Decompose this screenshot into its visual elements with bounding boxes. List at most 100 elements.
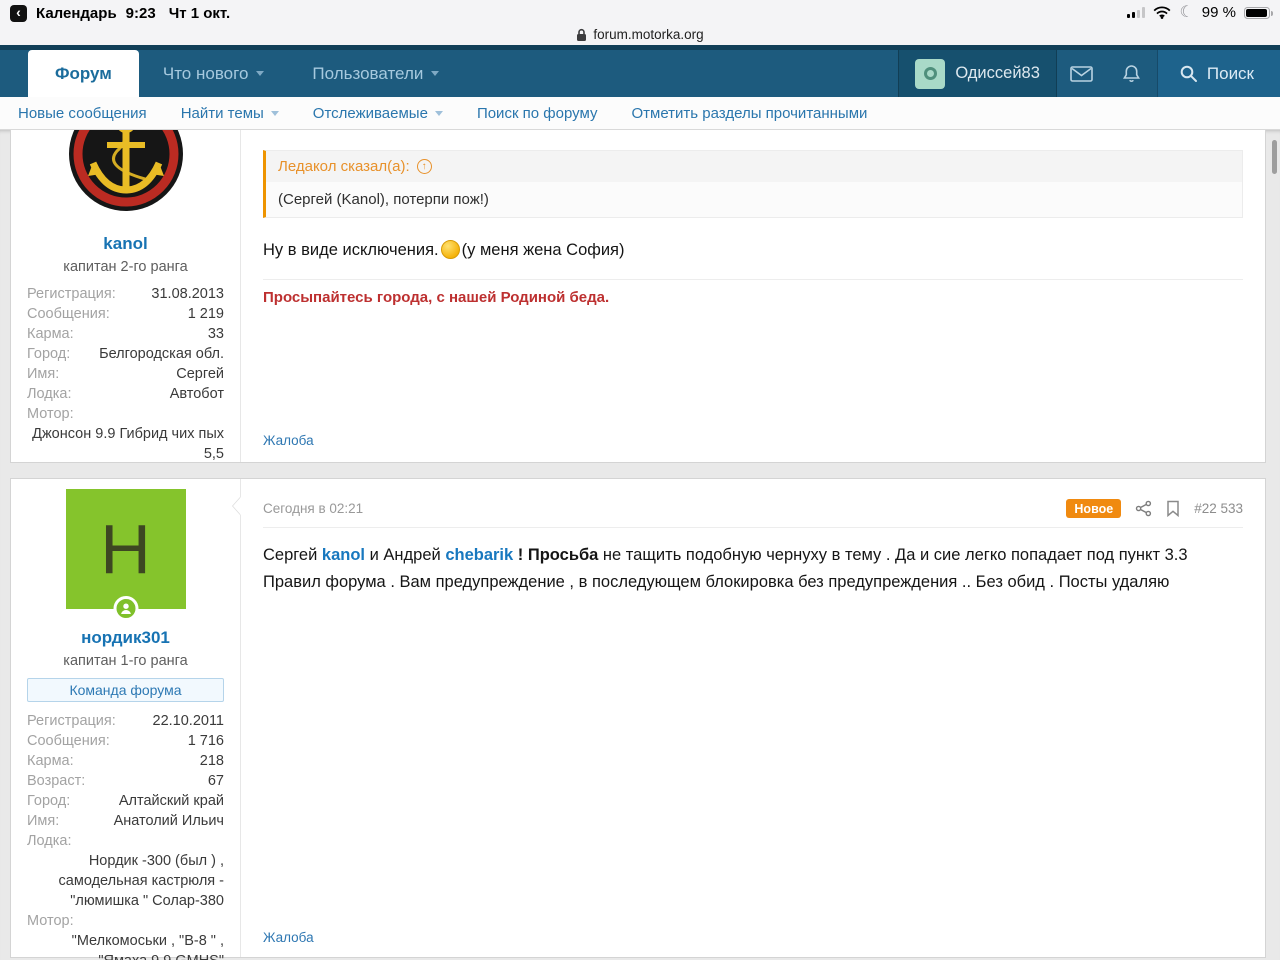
body-text: Сергей <box>263 546 322 564</box>
share-button[interactable] <box>1135 500 1152 517</box>
back-chevron-icon: ‹ <box>16 5 21 19</box>
post-header: Сегодня в 02:21 Новое <box>263 499 1243 528</box>
user-stats: Регистрация:31.08.2013 Сообщения:1 219 К… <box>27 284 224 464</box>
quote-header[interactable]: Ледакол сказал(а): ↑ <box>266 151 1242 182</box>
post-kanol: kanol капитан 2-го ранга Регистрация:31.… <box>10 130 1266 463</box>
tab-forum[interactable]: Форум <box>28 50 139 97</box>
body-text: Ну в виде исключения. <box>263 241 439 259</box>
stat-value: Алтайский край <box>119 791 224 811</box>
user-rank: капитан 1-го ранга <box>11 653 240 669</box>
user-menu[interactable]: Одиссей83 <box>898 50 1057 97</box>
stat-value: "Мелкомоськи , "В-8 " , "Ямаха 9,9 GMHS" <box>27 931 224 960</box>
stat-label: Город: <box>27 344 70 364</box>
search-label: Поиск <box>1207 64 1254 84</box>
avatar[interactable] <box>65 130 187 215</box>
moon-icon: ☾ <box>1179 5 1193 21</box>
chevron-down-icon <box>435 111 443 116</box>
user-mention-link[interactable]: kanol <box>322 546 365 564</box>
avatar <box>915 59 945 89</box>
stat-label: Регистрация: <box>27 284 116 304</box>
address-bar[interactable]: forum.motorka.org <box>0 24 1280 45</box>
stat-label: Лодка: <box>27 384 71 404</box>
wifi-icon <box>1153 6 1171 19</box>
stat-value: Автобот <box>170 384 224 404</box>
message-cell: Сегодня в 02:21 Новое <box>241 479 1265 957</box>
signature-divider <box>263 279 1243 280</box>
stat-value: Сергей <box>176 364 224 384</box>
stat-label: Мотор: <box>27 404 74 424</box>
avatar-letter: H <box>100 514 151 584</box>
body-text: и Андрей <box>365 546 445 564</box>
stat-label: Сообщения: <box>27 304 110 324</box>
stat-label: Регистрация: <box>27 711 116 731</box>
post-body: Сергей kanol и Андрей chebarik ! Просьба… <box>263 542 1243 596</box>
post-nordik301: H нордик301 капитан 1-го ранга Команда ф… <box>10 478 1266 958</box>
subnav-find-threads[interactable]: Найти темы <box>181 105 279 122</box>
scroll-indicator[interactable] <box>1272 140 1277 174</box>
content-area: kanol капитан 2-го ранга Регистрация:31.… <box>0 130 1280 960</box>
body-text: (у меня жена София) <box>462 241 625 259</box>
navbar-right: Одиссей83 <box>898 50 1280 97</box>
anchor-emblem-icon <box>65 130 187 215</box>
report-link[interactable]: Жалоба <box>263 930 314 945</box>
signature-text: Просыпайтесь города, с нашей Родиной бед… <box>263 289 1243 306</box>
app-return-label[interactable]: Календарь <box>36 5 117 22</box>
body-bold-text: ! Просьба <box>513 546 598 564</box>
chevron-down-icon <box>256 71 264 76</box>
status-right: ☾ 99 % <box>1127 4 1270 21</box>
stat-label: Имя: <box>27 364 59 384</box>
yellow-ball-emoji <box>441 240 460 259</box>
jump-to-quoted-post-icon[interactable]: ↑ <box>417 159 432 174</box>
subnav-mark-read[interactable]: Отметить разделы прочитанными <box>631 105 867 122</box>
quote-body: (Сергей (Kanol), потерпи пож!) <box>266 182 1242 217</box>
post-number-link[interactable]: #22 533 <box>1194 501 1243 516</box>
tab-members-label: Пользователи <box>312 64 423 84</box>
stat-value: Нордик -300 (был ) , самодельная кастрюл… <box>27 851 224 911</box>
alerts-button[interactable] <box>1107 50 1157 97</box>
message-cell: Ледакол сказал(а): ↑ (Сергей (Kanol), по… <box>241 130 1265 462</box>
stat-value: Белгородская обл. <box>99 344 224 364</box>
stat-label: Сообщения: <box>27 731 110 751</box>
battery-icon <box>1244 7 1270 19</box>
inbox-button[interactable] <box>1057 50 1107 97</box>
stat-label: Город: <box>27 791 70 811</box>
tab-members[interactable]: Пользователи <box>288 50 463 97</box>
stat-value: Анатолий Ильич <box>114 811 224 831</box>
subnav-watched[interactable]: Отслеживаемые <box>313 105 443 122</box>
stat-label: Мотор: <box>27 911 74 931</box>
cellular-signal-icon <box>1127 7 1145 18</box>
url-label: forum.motorka.org <box>593 27 703 42</box>
avatar[interactable]: H <box>66 489 186 609</box>
report-link[interactable]: Жалоба <box>263 433 314 448</box>
stat-label: Карма: <box>27 751 74 771</box>
user-stats: Регистрация:22.10.2011 Сообщения:1 716 К… <box>27 711 224 960</box>
online-indicator-icon <box>113 596 138 621</box>
status-left: ‹ Календарь 9:23 Чт 1 окт. <box>10 3 230 23</box>
post-date-link[interactable]: Сегодня в 02:21 <box>263 501 363 516</box>
search-button[interactable]: Поиск <box>1157 50 1280 97</box>
subnav-search-forum[interactable]: Поиск по форуму <box>477 105 598 122</box>
back-to-app-button[interactable]: ‹ <box>10 5 27 22</box>
subnav-label: Отметить разделы прочитанными <box>631 105 867 122</box>
team-badge: Команда форума <box>27 678 224 702</box>
chevron-down-icon <box>431 71 439 76</box>
username-link[interactable]: нордик301 <box>11 628 240 648</box>
subnav-label: Отслеживаемые <box>313 105 428 122</box>
avatar-ring <box>924 67 937 80</box>
bookmark-button[interactable] <box>1166 500 1180 517</box>
bubble-arrow <box>233 497 241 515</box>
search-icon <box>1180 65 1198 83</box>
subnav-new-posts[interactable]: Новые сообщения <box>18 105 147 122</box>
subnav: Новые сообщения Найти темы Отслеживаемые… <box>0 97 1280 130</box>
status-bar: ‹ Календарь 9:23 Чт 1 окт. ☾ 99 % forum.… <box>0 0 1280 45</box>
user-mention-link[interactable]: chebarik <box>445 546 513 564</box>
subnav-label: Новые сообщения <box>18 105 147 122</box>
subnav-label: Найти темы <box>181 105 264 122</box>
stat-value: 22.10.2011 <box>153 711 225 731</box>
bookmark-icon <box>1166 500 1180 517</box>
username-link[interactable]: kanol <box>11 234 240 254</box>
user-cell: H нордик301 капитан 1-го ранга Команда ф… <box>11 479 241 957</box>
quote-block: Ледакол сказал(а): ↑ (Сергей (Kanol), по… <box>263 150 1243 218</box>
tab-whats-new[interactable]: Что нового <box>139 50 289 97</box>
tab-whats-new-label: Что нового <box>163 64 249 84</box>
